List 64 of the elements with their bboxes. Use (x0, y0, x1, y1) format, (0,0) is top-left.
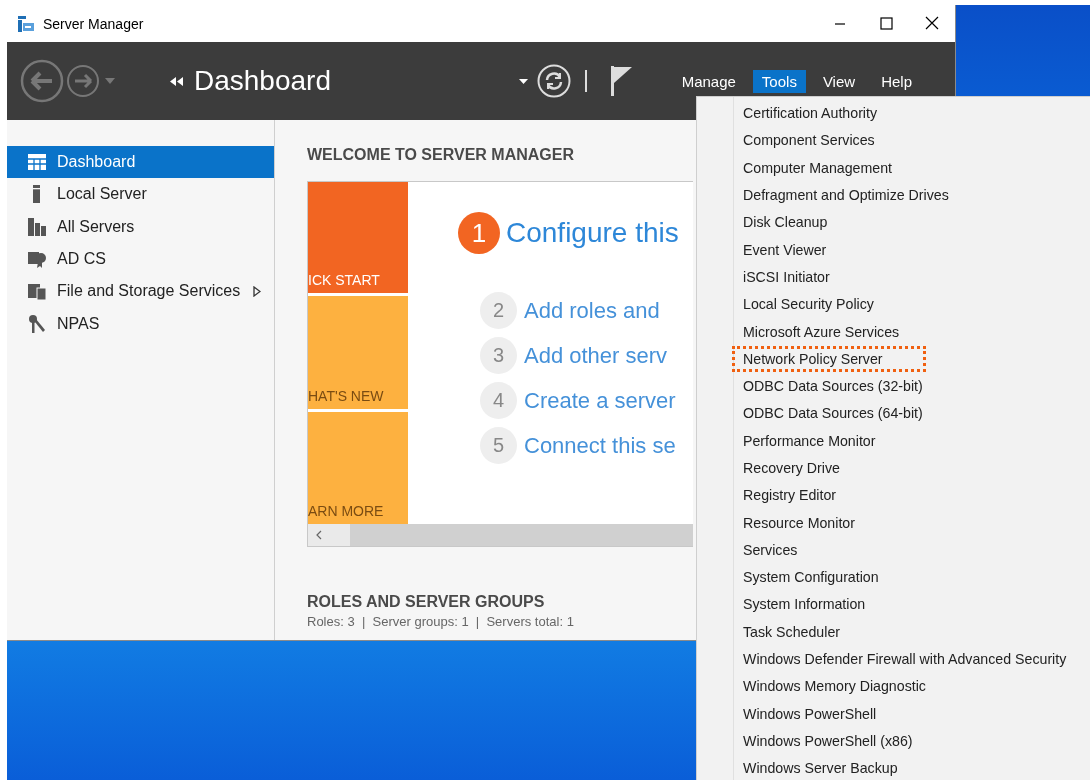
menu-item[interactable]: System Information (743, 594, 906, 615)
expand-arrow-icon[interactable] (253, 285, 262, 297)
menu-item[interactable]: ODBC Data Sources (64-bit) (743, 403, 963, 424)
step-link[interactable]: Configure this (506, 217, 679, 249)
certificate-icon (27, 249, 47, 270)
menu-item[interactable]: Computer Management (743, 157, 933, 178)
sidebar-item[interactable]: Dashboard (7, 146, 274, 179)
menu-item[interactable]: Windows Memory Diagnostic (743, 676, 966, 697)
grid-icon (27, 152, 47, 173)
section-heading: WELCOME TO SERVER MANAGER (307, 146, 574, 165)
collapse-icon[interactable] (170, 76, 184, 86)
step-number: 3 (480, 337, 517, 374)
menu-item[interactable]: Recovery Drive (743, 458, 880, 478)
step-number: 2 (480, 292, 517, 329)
menu-item[interactable]: Disk Cleanup (743, 212, 868, 233)
menu-item[interactable]: Microsoft Azure Services (743, 321, 940, 342)
window-title: Server Manager (43, 15, 145, 32)
menu-item[interactable]: Windows PowerShell (x86) (743, 730, 953, 751)
menu-item[interactable]: ODBC Data Sources (32-bit) (743, 376, 963, 397)
folder-server-icon (27, 281, 47, 302)
scroll-left-icon[interactable] (316, 530, 322, 540)
caret-icon[interactable] (518, 78, 528, 84)
refresh-icon[interactable] (536, 64, 571, 98)
step-number: 1 (458, 212, 500, 254)
menu-item[interactable]: Event Viewer (743, 239, 867, 260)
app-icon (17, 14, 35, 33)
sidebar-item[interactable]: Local Server (7, 178, 274, 211)
step-number: 4 (480, 382, 517, 419)
menu-item[interactable]: Network Policy Server (735, 348, 923, 369)
sidebar-item[interactable]: AD CS (7, 242, 274, 276)
nav-tile[interactable]: ARN MORE (308, 411, 408, 524)
menu-item[interactable]: Defragment and Optimize Drives (743, 185, 989, 206)
menu-item[interactable]: Help (872, 69, 921, 93)
menu-item[interactable]: Windows PowerShell (743, 703, 917, 724)
sidebar-item[interactable]: All Servers (7, 210, 274, 243)
menu-item[interactable]: Local Security Policy (743, 294, 914, 315)
menu-item[interactable]: Component Services (743, 130, 915, 151)
forward-icon[interactable] (66, 64, 100, 98)
menu-item[interactable]: Tools (752, 69, 806, 93)
menu-item[interactable]: Windows Defender Firewall with Advanced Security (743, 649, 1090, 670)
menu-item[interactable]: Registry Editor (743, 485, 877, 506)
menu-item[interactable]: Task Scheduler (743, 621, 880, 642)
back-icon[interactable] (20, 59, 64, 103)
step-number: 5 (480, 427, 517, 464)
menu-item[interactable]: Certification Authority (743, 103, 918, 124)
nav-tile[interactable]: HAT'S NEW (308, 296, 408, 409)
divider-icon (584, 70, 587, 92)
breadcrumb: Dashboard (194, 65, 332, 97)
menu-item[interactable]: Manage (672, 69, 745, 93)
keys-icon (27, 313, 47, 334)
menu-item[interactable]: iSCSI Initiator (743, 266, 870, 287)
menu-item[interactable]: Resource Monitor (743, 512, 895, 533)
sidebar-item[interactable]: NPAS (7, 307, 274, 340)
roles-summary: Roles: 3 | Server groups: 1 | Servers total: 1 (307, 614, 574, 629)
menu-item[interactable]: Services (743, 539, 838, 560)
menu-item[interactable]: View (813, 69, 865, 93)
menu-item[interactable]: System Configuration (743, 567, 919, 588)
flag-icon[interactable] (610, 66, 633, 96)
sidebar-item[interactable]: File and Storage Services (7, 275, 274, 308)
menu-item[interactable]: Performance Monitor (743, 430, 916, 451)
horizontal-scrollbar[interactable] (308, 524, 693, 546)
section-heading: ROLES AND SERVER GROUPS (307, 593, 545, 611)
servers-icon (27, 216, 47, 237)
menu-item[interactable]: Windows Server Backup (743, 758, 938, 779)
